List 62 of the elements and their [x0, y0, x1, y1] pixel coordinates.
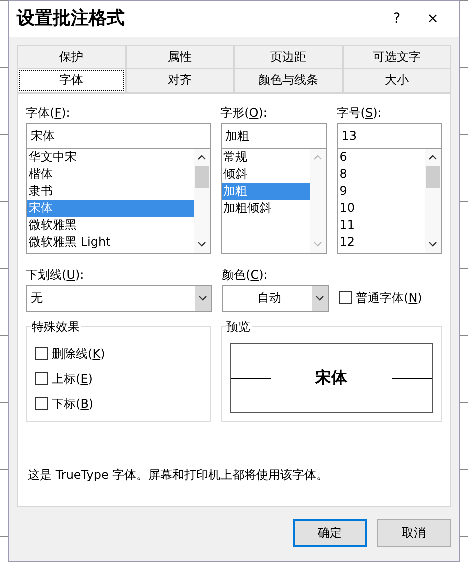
list-item[interactable]: 微软雅黑 Light: [27, 234, 194, 251]
tab[interactable]: 对齐: [126, 68, 234, 93]
checkbox[interactable]: [339, 291, 352, 304]
input-field[interactable]: 宋体: [26, 123, 211, 149]
input-field[interactable]: 13: [336, 123, 442, 149]
group-title: 预览: [226, 318, 252, 336]
checkbox[interactable]: [35, 397, 48, 410]
tab[interactable]: 保护: [17, 45, 126, 70]
tab[interactable]: 页边距: [234, 45, 342, 70]
field-label: 下划线(U):: [26, 268, 84, 282]
list-item[interactable]: 12: [338, 234, 425, 251]
list-item[interactable]: 11: [338, 217, 425, 234]
checkbox-label: 下标(B): [52, 397, 94, 411]
chevron-down-icon[interactable]: [199, 296, 207, 301]
dropdown[interactable]: 自动: [222, 285, 329, 312]
scroll-thumb[interactable]: [194, 166, 209, 188]
list-item[interactable]: 常规: [222, 149, 310, 166]
checkbox[interactable]: [35, 347, 48, 360]
list-item[interactable]: 隶书: [27, 183, 194, 200]
input-field[interactable]: 加粗: [220, 123, 327, 149]
tab[interactable]: 字体: [17, 68, 126, 93]
list-box[interactable]: 常规 倾斜 加粗 加粗倾斜: [220, 149, 327, 254]
list-item[interactable]: 楷体: [27, 166, 194, 183]
checkbox-label: 删除线(K): [52, 347, 106, 361]
chevron-down-icon[interactable]: [316, 296, 324, 301]
close-button[interactable]: ×: [415, 8, 451, 30]
description-text: 这是 TrueType 字体。屏幕和打印机上都将使用该字体。: [28, 467, 330, 484]
list-item[interactable]: 倾斜: [222, 166, 310, 183]
tab[interactable]: 大小: [342, 68, 451, 93]
list-item[interactable]: 加粗倾斜: [222, 200, 310, 217]
dialog-button[interactable]: 取消: [377, 519, 451, 547]
checkbox-label: 普通字体(N): [356, 291, 422, 305]
scroll-bar[interactable]: [425, 149, 441, 253]
tab[interactable]: 颜色与线条: [234, 68, 342, 93]
checkbox-label: 上标(E): [52, 372, 93, 386]
tab[interactable]: 可选文字: [342, 45, 451, 70]
list-item[interactable]: 微软雅黑: [27, 217, 194, 234]
list-item[interactable]: 华文中宋: [27, 149, 194, 166]
list-item[interactable]: 8: [338, 166, 425, 183]
list-item[interactable]: 6: [338, 149, 425, 166]
dialog-button[interactable]: 确定: [293, 519, 367, 547]
field-label: 字号(S):: [336, 106, 382, 120]
chevron-up-icon[interactable]: [429, 155, 437, 160]
preview-text: 宋体: [314, 367, 348, 389]
chevron-down-icon[interactable]: [198, 242, 206, 247]
field-label: 字形(O):: [220, 106, 268, 120]
dialog-title: 设置批注格式: [17, 8, 126, 30]
tab[interactable]: 属性: [126, 45, 234, 70]
list-box[interactable]: 华文中宋 楷体 隶书 宋体 微软雅黑 微软雅黑 Light: [26, 149, 211, 254]
scroll-bar[interactable]: [194, 149, 210, 253]
list-item[interactable]: 10: [338, 200, 425, 217]
checkbox[interactable]: [35, 372, 48, 385]
list-box[interactable]: 6 8 9 10 11 12: [336, 149, 442, 254]
field-label: 字体(F):: [26, 106, 70, 120]
field-label: 颜色(C):: [222, 268, 268, 282]
chevron-up-icon[interactable]: [198, 155, 206, 160]
group-title: 特殊效果: [31, 318, 81, 336]
help-button[interactable]: ?: [379, 8, 415, 30]
chevron-down-icon[interactable]: [429, 242, 437, 247]
dropdown[interactable]: 无: [26, 285, 212, 312]
list-item[interactable]: 9: [338, 183, 425, 200]
scroll-thumb[interactable]: [426, 166, 440, 188]
